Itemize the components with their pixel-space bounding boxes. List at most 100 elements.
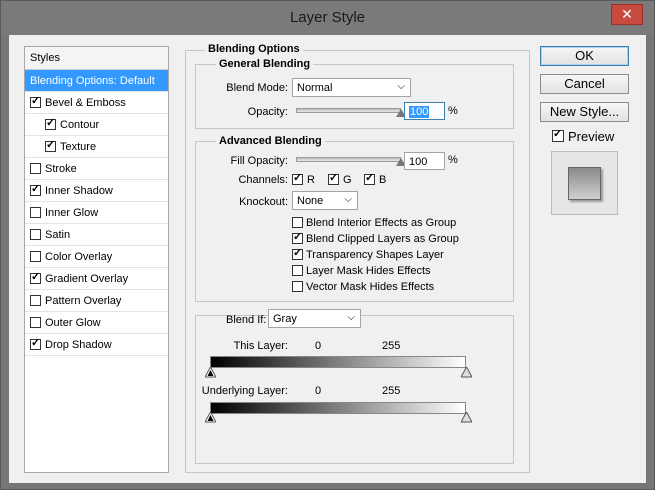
dialog-title: Layer Style xyxy=(289,9,366,26)
underlying-layer-low: 0 xyxy=(315,385,322,397)
blend-mode-label: Blend Mode: xyxy=(226,82,288,94)
fill-opacity-slider[interactable] xyxy=(296,157,401,162)
channel-checkbox[interactable]: ✓ xyxy=(364,172,375,185)
preview-thumbnail xyxy=(551,151,618,215)
styles-list-item-label: Bevel & Emboss xyxy=(45,97,126,109)
style-checkbox[interactable] xyxy=(30,317,41,328)
styles-list-item-label: Satin xyxy=(45,229,71,241)
style-checkbox[interactable]: ✓ xyxy=(45,117,56,130)
fill-opacity-value: 100 xyxy=(409,156,428,168)
styles-list-item[interactable]: ✓ Inner Shadow xyxy=(25,180,168,202)
styles-list-item[interactable]: Satin xyxy=(25,224,168,246)
chevron-down-icon: ⌵ xyxy=(344,194,352,205)
advanced-blending-legend: Advanced Blending xyxy=(216,135,325,147)
close-button[interactable]: ✕ xyxy=(611,4,643,25)
opacity-slider[interactable] xyxy=(296,108,401,113)
style-checkbox[interactable]: ✓ xyxy=(30,183,41,196)
styles-list-item[interactable]: Blending Options: Default xyxy=(25,70,168,92)
blend-if-select[interactable]: Gray ⌵ xyxy=(268,309,361,328)
this-layer-low-handle[interactable] xyxy=(205,367,216,378)
this-layer-low: 0 xyxy=(315,340,322,352)
style-checkbox[interactable] xyxy=(30,163,41,174)
underlying-layer-label: Underlying Layer: xyxy=(201,385,288,397)
advanced-option-checkbox[interactable] xyxy=(292,281,303,292)
ok-button[interactable]: OK xyxy=(540,46,629,66)
preview-label: Preview xyxy=(568,129,615,144)
knockout-label: Knockout: xyxy=(239,196,288,208)
underlying-layer-low-handle[interactable] xyxy=(205,412,216,423)
fill-opacity-input[interactable]: 100 xyxy=(404,152,445,170)
styles-list-item-label: Inner Glow xyxy=(45,207,99,219)
check-icon: ✓ xyxy=(46,139,56,151)
ok-button-label: OK xyxy=(575,48,594,63)
blend-if-label: Blend If: xyxy=(226,314,267,326)
knockout-select[interactable]: None ⌵ xyxy=(292,191,358,210)
check-icon: ✓ xyxy=(329,172,339,184)
style-checkbox[interactable]: ✓ xyxy=(30,271,41,284)
styles-list-item[interactable]: ✓ Drop Shadow xyxy=(25,334,168,356)
channel-label: G xyxy=(343,174,352,186)
styles-list-item-label: Blending Options: Default xyxy=(30,75,155,87)
chevron-down-icon: ⌵ xyxy=(397,81,405,92)
channels-label: Channels: xyxy=(238,174,288,186)
new-style-button[interactable]: New Style... xyxy=(540,102,629,122)
preview-checkbox[interactable]: ✓ xyxy=(552,128,564,142)
knockout-value: None xyxy=(297,195,324,207)
styles-list-item-label: Texture xyxy=(60,141,97,153)
dialog-body: Styles Blending Options: Default ✓ Bevel &… xyxy=(9,35,646,483)
styles-list-item[interactable]: Color Overlay xyxy=(25,246,168,268)
fill-opacity-unit: % xyxy=(448,154,458,166)
opacity-input[interactable]: 100 xyxy=(404,102,445,120)
check-icon: ✓ xyxy=(293,231,303,243)
styles-list-item[interactable]: ✓ Contour xyxy=(25,114,168,136)
advanced-option-checkbox[interactable] xyxy=(292,217,303,228)
general-blending-legend: General Blending xyxy=(216,58,314,70)
blend-mode-value: Normal xyxy=(297,82,333,94)
styles-list-item-label: Gradient Overlay xyxy=(45,273,129,285)
channel-checkbox[interactable]: ✓ xyxy=(292,172,303,185)
styles-list-item[interactable]: Inner Glow xyxy=(25,202,168,224)
title-bar[interactable]: Layer Style ✕ xyxy=(1,1,654,35)
style-checkbox[interactable] xyxy=(30,251,41,262)
fill-opacity-label: Fill Opacity: xyxy=(230,155,288,167)
advanced-option-label: Vector Mask Hides Effects xyxy=(306,281,435,293)
style-checkbox[interactable]: ✓ xyxy=(45,139,56,152)
styles-header-label: Styles xyxy=(30,52,60,64)
channel-label: B xyxy=(379,174,387,186)
style-checkbox[interactable]: ✓ xyxy=(30,95,41,108)
advanced-option-label: Layer Mask Hides Effects xyxy=(306,265,431,277)
blend-if-value: Gray xyxy=(273,313,297,325)
advanced-option-checkbox[interactable]: ✓ xyxy=(292,247,303,260)
style-checkbox[interactable] xyxy=(30,207,41,218)
channel-label: R xyxy=(307,174,315,186)
style-checkbox[interactable]: ✓ xyxy=(30,337,41,350)
cancel-button[interactable]: Cancel xyxy=(540,74,629,94)
styles-list-item[interactable]: Stroke xyxy=(25,158,168,180)
check-icon: ✓ xyxy=(31,337,41,349)
styles-header[interactable]: Styles xyxy=(25,47,168,70)
advanced-option-checkbox[interactable]: ✓ xyxy=(292,231,303,244)
advanced-option-checkbox[interactable] xyxy=(292,265,303,276)
advanced-option-label: Transparency Shapes Layer xyxy=(306,249,444,261)
styles-list-item[interactable]: ✓ Texture xyxy=(25,136,168,158)
styles-list-item[interactable]: ✓ Bevel & Emboss xyxy=(25,92,168,114)
advanced-option-label: Blend Interior Effects as Group xyxy=(306,217,457,229)
check-icon: ✓ xyxy=(31,95,41,107)
advanced-option-label: Blend Clipped Layers as Group xyxy=(306,233,459,245)
this-layer-high-handle[interactable] xyxy=(461,367,472,378)
styles-list-item-label: Color Overlay xyxy=(45,251,113,263)
styles-list-item[interactable]: ✓ Gradient Overlay xyxy=(25,268,168,290)
styles-list-item-label: Inner Shadow xyxy=(45,185,113,197)
check-icon: ✓ xyxy=(293,172,303,184)
styles-list-item-label: Contour xyxy=(60,119,100,131)
styles-list-item[interactable]: Pattern Overlay xyxy=(25,290,168,312)
style-checkbox[interactable] xyxy=(30,295,41,306)
this-layer-gradient xyxy=(210,356,466,368)
styles-list-item[interactable]: Outer Glow xyxy=(25,312,168,334)
blend-mode-select[interactable]: Normal ⌵ xyxy=(292,78,411,97)
blending-options-legend: Blending Options xyxy=(205,43,303,55)
style-checkbox[interactable] xyxy=(30,229,41,240)
underlying-layer-high-handle[interactable] xyxy=(461,412,472,423)
cancel-button-label: Cancel xyxy=(564,76,605,91)
channel-checkbox[interactable]: ✓ xyxy=(328,172,339,185)
